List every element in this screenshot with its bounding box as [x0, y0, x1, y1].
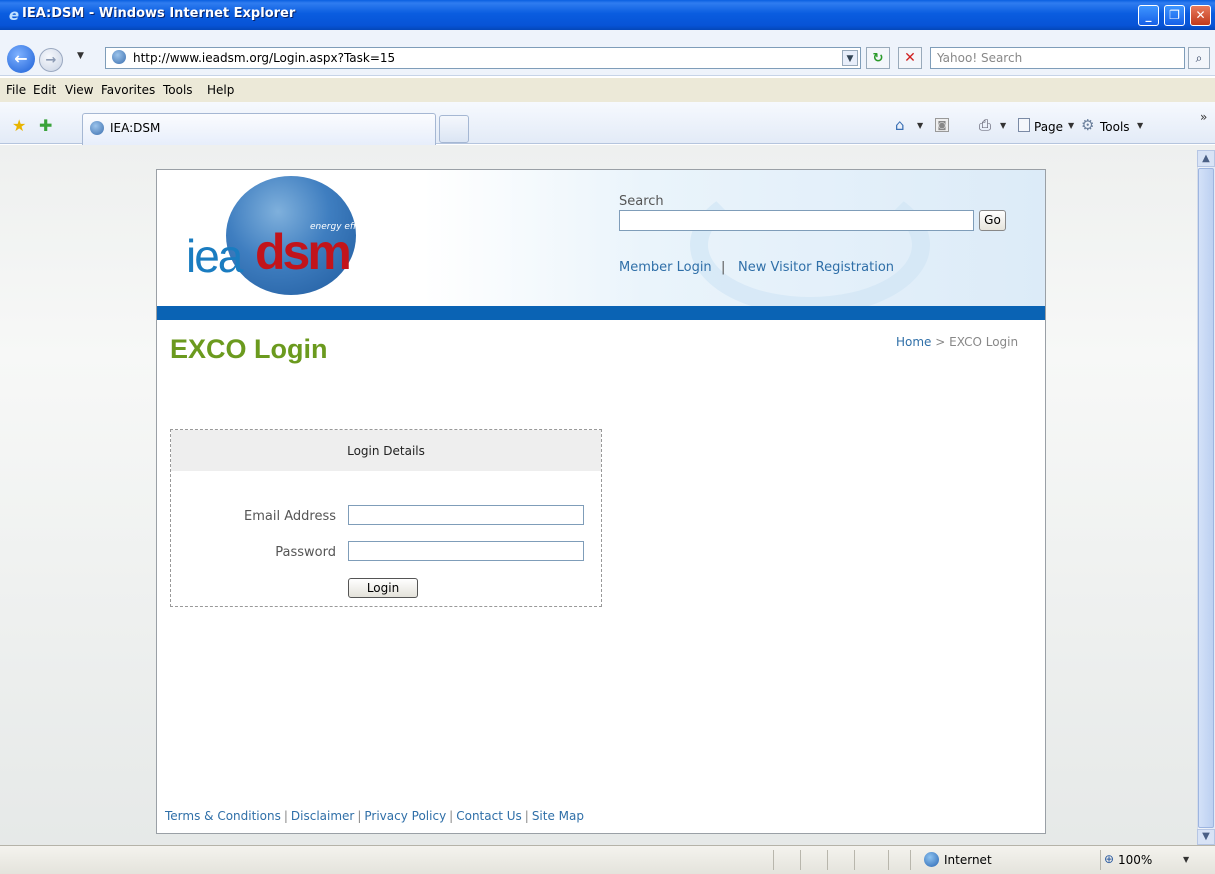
- add-favorites-icon[interactable]: ✚: [39, 116, 52, 135]
- status-divider: [1100, 850, 1101, 870]
- page-favicon-icon: [112, 50, 126, 64]
- menu-help[interactable]: Help: [207, 83, 234, 97]
- print-icon[interactable]: ⎙: [979, 116, 991, 134]
- status-divider: [888, 850, 889, 870]
- link-separator: |: [721, 260, 726, 275]
- breadcrumb-home-link[interactable]: Home: [896, 335, 931, 349]
- tab-favicon-icon: [90, 121, 104, 135]
- logo-tagline: energy efficiency: [310, 222, 388, 232]
- refresh-icon[interactable]: ↻: [866, 47, 890, 69]
- minimize-icon[interactable]: _: [1138, 5, 1159, 26]
- footer-sitemap-link[interactable]: Site Map: [532, 809, 584, 823]
- internet-zone-icon: [924, 852, 939, 867]
- recent-pages-dropdown-icon[interactable]: ▼: [77, 51, 84, 61]
- page-icon[interactable]: [1018, 118, 1030, 132]
- page-title: EXCO Login: [170, 334, 328, 364]
- feeds-icon[interactable]: ◙: [935, 118, 949, 132]
- breadcrumb-current: EXCO Login: [949, 335, 1019, 349]
- security-zone[interactable]: Internet: [944, 853, 992, 867]
- email-label: Email Address: [244, 509, 336, 524]
- status-divider: [910, 850, 911, 870]
- password-label: Password: [275, 545, 336, 560]
- search-go-icon[interactable]: ⌕: [1188, 47, 1210, 69]
- menu-favorites[interactable]: Favorites: [101, 83, 155, 97]
- back-arrow-icon[interactable]: ←: [7, 45, 35, 73]
- scroll-down-icon[interactable]: ▼: [1197, 829, 1215, 845]
- favorites-star-icon[interactable]: ★: [12, 116, 26, 135]
- print-dropdown-icon[interactable]: ▼: [1000, 121, 1006, 130]
- footer-contact-link[interactable]: Contact Us: [456, 809, 522, 823]
- tools-gear-icon[interactable]: ⚙: [1081, 116, 1094, 134]
- forward-arrow-icon[interactable]: →: [39, 48, 63, 72]
- header-blue-bar: [157, 306, 1045, 320]
- breadcrumb: Home > EXCO Login: [896, 335, 1018, 349]
- tools-menu-label[interactable]: Tools: [1100, 120, 1130, 134]
- site-search-label: Search: [619, 194, 664, 209]
- breadcrumb-separator: >: [935, 335, 946, 349]
- menu-edit[interactable]: Edit: [33, 83, 56, 97]
- scroll-thumb[interactable]: [1198, 168, 1214, 828]
- new-visitor-registration-link[interactable]: New Visitor Registration: [738, 260, 894, 275]
- footer-separator: |: [283, 809, 288, 823]
- address-text[interactable]: http://www.ieadsm.org/Login.aspx?Task=15: [133, 51, 395, 65]
- footer-separator: |: [449, 809, 454, 823]
- footer-separator: |: [524, 809, 529, 823]
- chevron-more-icon[interactable]: »: [1200, 110, 1207, 124]
- page-menu-label[interactable]: Page: [1034, 120, 1063, 134]
- home-dropdown-icon[interactable]: ▼: [917, 121, 923, 130]
- menu-view[interactable]: View: [65, 83, 93, 97]
- footer-links: Terms & Conditions | Disclaimer | Privacy Po…: [165, 809, 584, 823]
- menu-tools[interactable]: Tools: [163, 83, 193, 97]
- status-divider: [773, 850, 774, 870]
- close-icon[interactable]: ✕: [1190, 5, 1211, 26]
- tab-label[interactable]: IEA:DSM: [110, 121, 160, 135]
- restore-icon[interactable]: ❐: [1164, 5, 1185, 26]
- home-icon[interactable]: ⌂: [895, 116, 905, 134]
- tools-dropdown-icon[interactable]: ▼: [1137, 121, 1143, 130]
- status-divider: [827, 850, 828, 870]
- login-panel-title: Login Details: [347, 444, 425, 458]
- zoom-level[interactable]: 100%: [1118, 853, 1152, 867]
- status-divider: [800, 850, 801, 870]
- header-swoosh: [690, 175, 930, 315]
- footer-separator: |: [357, 809, 362, 823]
- logo-iea-text: iea: [186, 230, 243, 282]
- site-search-input[interactable]: [619, 210, 974, 231]
- scroll-up-icon[interactable]: ▲: [1197, 150, 1215, 167]
- page-dropdown-icon[interactable]: ▼: [1068, 121, 1074, 130]
- site-search-go-button[interactable]: Go: [979, 210, 1006, 231]
- footer-terms-link[interactable]: Terms & Conditions: [165, 809, 281, 823]
- search-placeholder[interactable]: Yahoo! Search: [937, 51, 1022, 65]
- status-bar: [0, 845, 1215, 874]
- window-title: IEA:DSM - Windows Internet Explorer: [22, 6, 296, 21]
- email-field[interactable]: [348, 505, 584, 525]
- stop-icon[interactable]: ✕: [898, 47, 922, 69]
- ie-logo-icon: e: [8, 6, 20, 24]
- password-field[interactable]: [348, 541, 584, 561]
- address-dropdown-icon[interactable]: ▼: [842, 50, 858, 66]
- status-divider: [854, 850, 855, 870]
- zoom-icon[interactable]: ⊕: [1104, 852, 1114, 866]
- zoom-dropdown-icon[interactable]: ▼: [1183, 855, 1189, 864]
- new-tab-button[interactable]: [439, 115, 469, 143]
- footer-disclaimer-link[interactable]: Disclaimer: [291, 809, 354, 823]
- menu-file[interactable]: File: [6, 83, 26, 97]
- footer-privacy-link[interactable]: Privacy Policy: [364, 809, 446, 823]
- login-button[interactable]: Login: [348, 578, 418, 598]
- member-login-link[interactable]: Member Login: [619, 260, 712, 275]
